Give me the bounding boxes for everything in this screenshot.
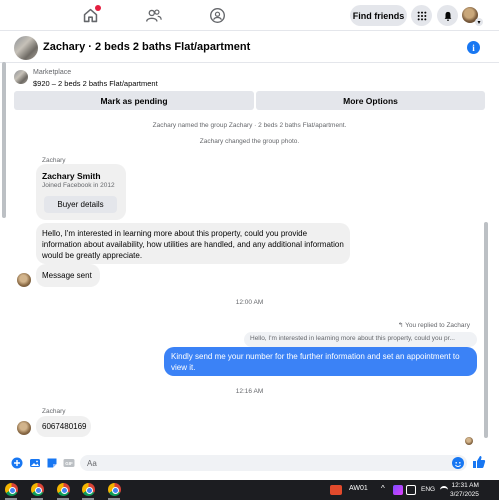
thread-scrollbar[interactable] xyxy=(484,222,488,438)
listing-summary[interactable]: $920 – 2 beds 2 baths Flat/apartment xyxy=(33,79,158,88)
gif-icon[interactable]: GIF xyxy=(63,457,75,469)
marketplace-label: Marketplace xyxy=(33,69,72,76)
message-input[interactable] xyxy=(80,455,467,471)
weather-label[interactable]: AW01 xyxy=(349,485,368,492)
menu-grid-icon[interactable] xyxy=(411,5,432,26)
wifi-icon[interactable] xyxy=(440,486,448,494)
chrome-icon[interactable] xyxy=(31,483,44,496)
incoming-message-inquiry[interactable]: Hello, I'm interested in learning more a… xyxy=(36,223,350,264)
sender-name: Zachary xyxy=(42,157,66,164)
incoming-message-sent[interactable]: Message sent xyxy=(36,264,100,287)
chat-title[interactable]: Zachary · 2 beds 2 baths Flat/apartment xyxy=(43,41,250,53)
contact-name[interactable]: Zachary Smith xyxy=(42,171,101,181)
info-icon[interactable]: i xyxy=(467,41,480,54)
clock-time: 12:31 AM xyxy=(451,482,479,489)
chrome-icon[interactable] xyxy=(82,483,95,496)
notifications-bell-icon[interactable] xyxy=(437,5,458,26)
plus-circle-icon[interactable] xyxy=(11,457,23,469)
weather-icon[interactable] xyxy=(330,485,342,495)
svg-text:GIF: GIF xyxy=(65,461,73,466)
language-indicator[interactable]: ENG xyxy=(421,486,435,493)
replied-label: ↰ You replied to Zachary xyxy=(398,321,470,329)
find-friends-button[interactable]: Find friends xyxy=(350,5,407,26)
notification-dot xyxy=(95,5,101,11)
chrome-icon[interactable] xyxy=(108,483,121,496)
system-message-photo: Zachary changed the group photo. xyxy=(199,138,300,145)
sender-avatar[interactable] xyxy=(17,421,31,435)
chrome-icon[interactable] xyxy=(5,483,18,496)
groups-icon[interactable] xyxy=(205,4,229,26)
tray-window-icon[interactable] xyxy=(406,485,416,495)
mark-as-pending-button[interactable]: Mark as pending xyxy=(14,91,254,110)
clock[interactable]: 12:31 AM 3/27/2025 xyxy=(450,481,479,499)
emoji-icon[interactable] xyxy=(452,457,464,469)
tray-app-icon[interactable] xyxy=(393,485,403,495)
sender-avatar[interactable] xyxy=(17,273,31,287)
outgoing-message[interactable]: Kindly send me your number for the furth… xyxy=(164,347,477,376)
replied-text: You replied to Zachary xyxy=(405,322,470,329)
listing-thumbnail[interactable] xyxy=(14,70,28,84)
seen-avatar xyxy=(465,437,473,445)
sender-name: Zachary xyxy=(42,408,66,415)
timestamp: 12:16 AM xyxy=(235,388,264,395)
group-photo[interactable] xyxy=(14,36,38,60)
system-message-rename: Zachary named the group Zachary · 2 beds… xyxy=(152,122,347,129)
sticker-icon[interactable] xyxy=(46,457,58,469)
more-options-button[interactable]: More Options xyxy=(256,91,485,110)
image-icon[interactable] xyxy=(29,457,41,469)
incoming-message-number[interactable]: 6067480169 xyxy=(36,416,91,437)
tray-chevron-icon[interactable]: ^ xyxy=(381,484,385,493)
chevron-down-icon[interactable]: ▾ xyxy=(475,18,483,26)
chrome-icon[interactable] xyxy=(57,483,70,496)
timestamp: 12:00 AM xyxy=(235,299,264,306)
thumbs-up-icon[interactable] xyxy=(472,455,486,469)
clock-date: 3/27/2025 xyxy=(450,491,479,498)
quoted-message[interactable]: Hello, I'm interested in learning more a… xyxy=(244,332,477,347)
contact-joined-text: Joined Facebook in 2012 xyxy=(42,182,115,189)
friends-icon[interactable] xyxy=(141,4,165,26)
home-icon[interactable] xyxy=(78,4,102,26)
buyer-details-button[interactable]: Buyer details xyxy=(44,196,117,213)
